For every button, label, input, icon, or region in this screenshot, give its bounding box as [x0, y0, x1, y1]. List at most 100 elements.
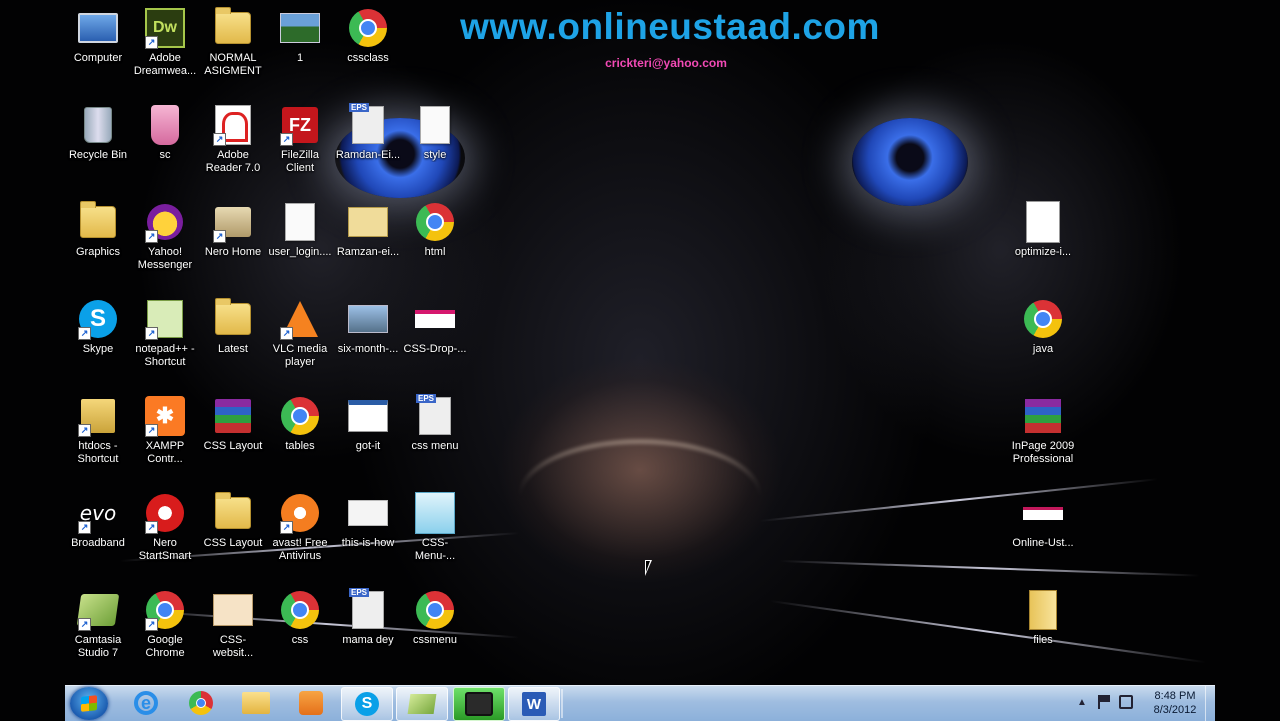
desktop-icon-java[interactable]: java	[1010, 299, 1076, 356]
shortcut-arrow-icon: ↗	[280, 133, 293, 146]
desktop-icon-nero-startsmart[interactable]: ↗ Nero StartSmart	[132, 493, 198, 563]
taskbar-word[interactable]: W	[508, 687, 560, 721]
desktop-icon-yahoo-messenger[interactable]: ↗ Yahoo! Messenger	[132, 202, 198, 272]
shortcut-arrow-icon: ↗	[78, 618, 91, 631]
desktop-icon-1[interactable]: 1	[267, 8, 333, 65]
desktop-icon-notepad-plus-plus[interactable]: ↗ notepad++ - Shortcut	[132, 299, 198, 369]
desktop-icon-normal-asigment[interactable]: NORMAL ASIGMENT	[200, 7, 266, 78]
folder-icon	[1029, 590, 1057, 630]
desktop-icon-mama-dey[interactable]: mama dey	[335, 588, 401, 647]
action-center-flag-icon[interactable]	[1098, 695, 1112, 709]
desktop-icon-recycle-bin[interactable]: Recycle Bin	[65, 105, 131, 162]
desktop-icon-files[interactable]: files	[1010, 590, 1076, 647]
desktop-icon-broadband[interactable]: evo ↗ Broadband	[65, 493, 131, 550]
taskbar-internet-explorer[interactable]: e	[121, 687, 171, 719]
camtasia-recorder-icon	[465, 692, 493, 716]
desktop-icon-latest[interactable]: Latest	[200, 298, 266, 356]
desktop-icon-label: InPage 2009 Professional	[1011, 440, 1075, 465]
desktop-icon-css-drop[interactable]: CSS-Drop-...	[402, 299, 468, 356]
show-hidden-icons-icon[interactable]: ▲	[1077, 697, 1087, 708]
desktop-icon-label: Google Chrome	[145, 634, 185, 659]
desktop-icon-avast[interactable]: ↗ avast! Free Antivirus	[267, 493, 333, 563]
folder-icon	[80, 201, 116, 238]
desktop-icon-css-layout-folder[interactable]: CSS Layout	[200, 492, 266, 550]
desktop-icon-label: CSS Layout	[203, 537, 263, 549]
shortcut-arrow-icon: ↗	[78, 521, 91, 534]
desktop-icon-label: this-is-how	[341, 537, 395, 549]
desktop-icon-css-website[interactable]: CSS-websit...	[200, 590, 266, 660]
desktop-icon-graphics[interactable]: Graphics	[65, 201, 131, 259]
taskbar-camtasia[interactable]	[396, 687, 448, 721]
desktop-icon-label: html	[424, 246, 446, 258]
desktop-icon-label: htdocs - Shortcut	[77, 440, 119, 465]
desktop-icon-css-menu[interactable]: css menu	[402, 394, 468, 453]
desktop-icon-label: Adobe Dreamwea...	[133, 52, 197, 77]
wallpaper-right-eye	[852, 118, 968, 206]
desktop-icon-user-login[interactable]: user_login....	[267, 202, 333, 259]
desktop-icon-label: FileZilla Client	[281, 149, 319, 174]
desktop-icon-skype[interactable]: S ↗ Skype	[65, 299, 131, 356]
winrar-icon	[215, 399, 251, 433]
desktop-icon-inpage[interactable]: InPage 2009 Professional	[1010, 396, 1076, 466]
desktop-icon-cssclass[interactable]: cssclass	[335, 8, 401, 65]
desktop-icon-label: CSS-Drop-...	[403, 343, 467, 355]
image-file-icon	[213, 594, 253, 626]
desktop-icon-sc[interactable]: sc	[132, 105, 198, 162]
desktop-icon-ramzan-ei[interactable]: Ramzan-ei...	[335, 202, 401, 259]
desktop-icon-label: Skype	[82, 343, 114, 355]
desktop-icon-label: got-it	[355, 440, 381, 452]
windows-explorer-icon	[242, 692, 270, 714]
clock-date: 8/3/2012	[1153, 704, 1197, 716]
desktop-icon-label: Broadband	[71, 537, 125, 549]
desktop-icon-label: cssclass	[347, 52, 389, 64]
desktop-icon-tables[interactable]: tables	[267, 396, 333, 453]
system-clock[interactable]: 8:48 PM 8/3/2012	[1141, 689, 1209, 717]
taskbar-media-player[interactable]	[286, 687, 336, 719]
wallpaper-whisker	[769, 600, 1206, 664]
desktop-icon-filezilla[interactable]: FZ ↗ FileZilla Client	[267, 105, 333, 175]
image-file-icon	[348, 305, 388, 333]
chrome-icon	[1024, 300, 1062, 338]
image-file-icon	[348, 207, 388, 237]
taskbar-windows-explorer[interactable]	[231, 687, 281, 719]
desktop-icon-css[interactable]: css	[267, 590, 333, 647]
desktop-icon-xampp[interactable]: ✱ ↗ XAMPP Contr...	[132, 396, 198, 466]
taskbar-chrome[interactable]	[176, 687, 226, 719]
start-button[interactable]	[70, 687, 108, 720]
folder-icon	[215, 7, 251, 44]
desktop-icon-cssmenu[interactable]: cssmenu	[402, 590, 468, 647]
desktop-icon-label: Yahoo! Messenger	[137, 246, 193, 271]
desktop-icon-ramdan-ei[interactable]: Ramdan-Ei...	[335, 103, 401, 162]
taskbar: e S W ▲ 8:48 PM 8/3/2012	[65, 685, 1215, 721]
desktop-icon-html[interactable]: html	[402, 202, 468, 259]
image-file-icon	[415, 310, 455, 328]
desktop-icon-camtasia[interactable]: ↗ Camtasia Studio 7	[65, 590, 131, 660]
desktop-icon-got-it[interactable]: got-it	[335, 396, 401, 453]
desktop-icon-css-menu-image[interactable]: CSS-Menu-...	[402, 492, 468, 563]
desktop-icon-six-month[interactable]: six-month-...	[335, 299, 401, 356]
desktop-icon-label: java	[1032, 343, 1054, 355]
desktop-icon-vlc[interactable]: ↗ VLC media player	[267, 299, 333, 369]
shortcut-arrow-icon: ↗	[213, 230, 226, 243]
desktop-icon-label: CSS Layout	[203, 440, 263, 452]
desktop-icon-css-layout-archive[interactable]: CSS Layout	[200, 396, 266, 453]
eps-file-icon	[349, 103, 384, 144]
desktop-icon-computer[interactable]: Computer	[65, 8, 131, 65]
taskbar-skype[interactable]: S	[341, 687, 393, 721]
network-icon[interactable]	[1119, 695, 1133, 709]
shortcut-arrow-icon: ↗	[213, 133, 226, 146]
folder-icon	[215, 298, 251, 335]
desktop-icon-nero-home[interactable]: ↗ Nero Home	[200, 202, 266, 259]
desktop-icon-online-ust[interactable]: Online-Ust...	[1010, 493, 1076, 550]
desktop-icon-htdocs[interactable]: ↗ htdocs - Shortcut	[65, 396, 131, 466]
media-player-icon	[299, 691, 323, 715]
desktop-icon-adobe-reader[interactable]: ↗ Adobe Reader 7.0	[200, 105, 266, 175]
desktop-icon-this-is-how[interactable]: this-is-how	[335, 493, 401, 550]
desktop-icon-label: 1	[296, 52, 304, 64]
desktop-icon-google-chrome[interactable]: ↗ Google Chrome	[132, 590, 198, 660]
desktop-icon-dreamweaver[interactable]: Dw ↗ Adobe Dreamwea...	[132, 8, 198, 78]
desktop-icon-optimize[interactable]: optimize-i...	[1010, 201, 1076, 259]
show-desktop-button[interactable]	[1205, 686, 1216, 721]
desktop-icon-style[interactable]: style	[402, 105, 468, 162]
taskbar-camtasia-recorder[interactable]	[453, 687, 505, 721]
